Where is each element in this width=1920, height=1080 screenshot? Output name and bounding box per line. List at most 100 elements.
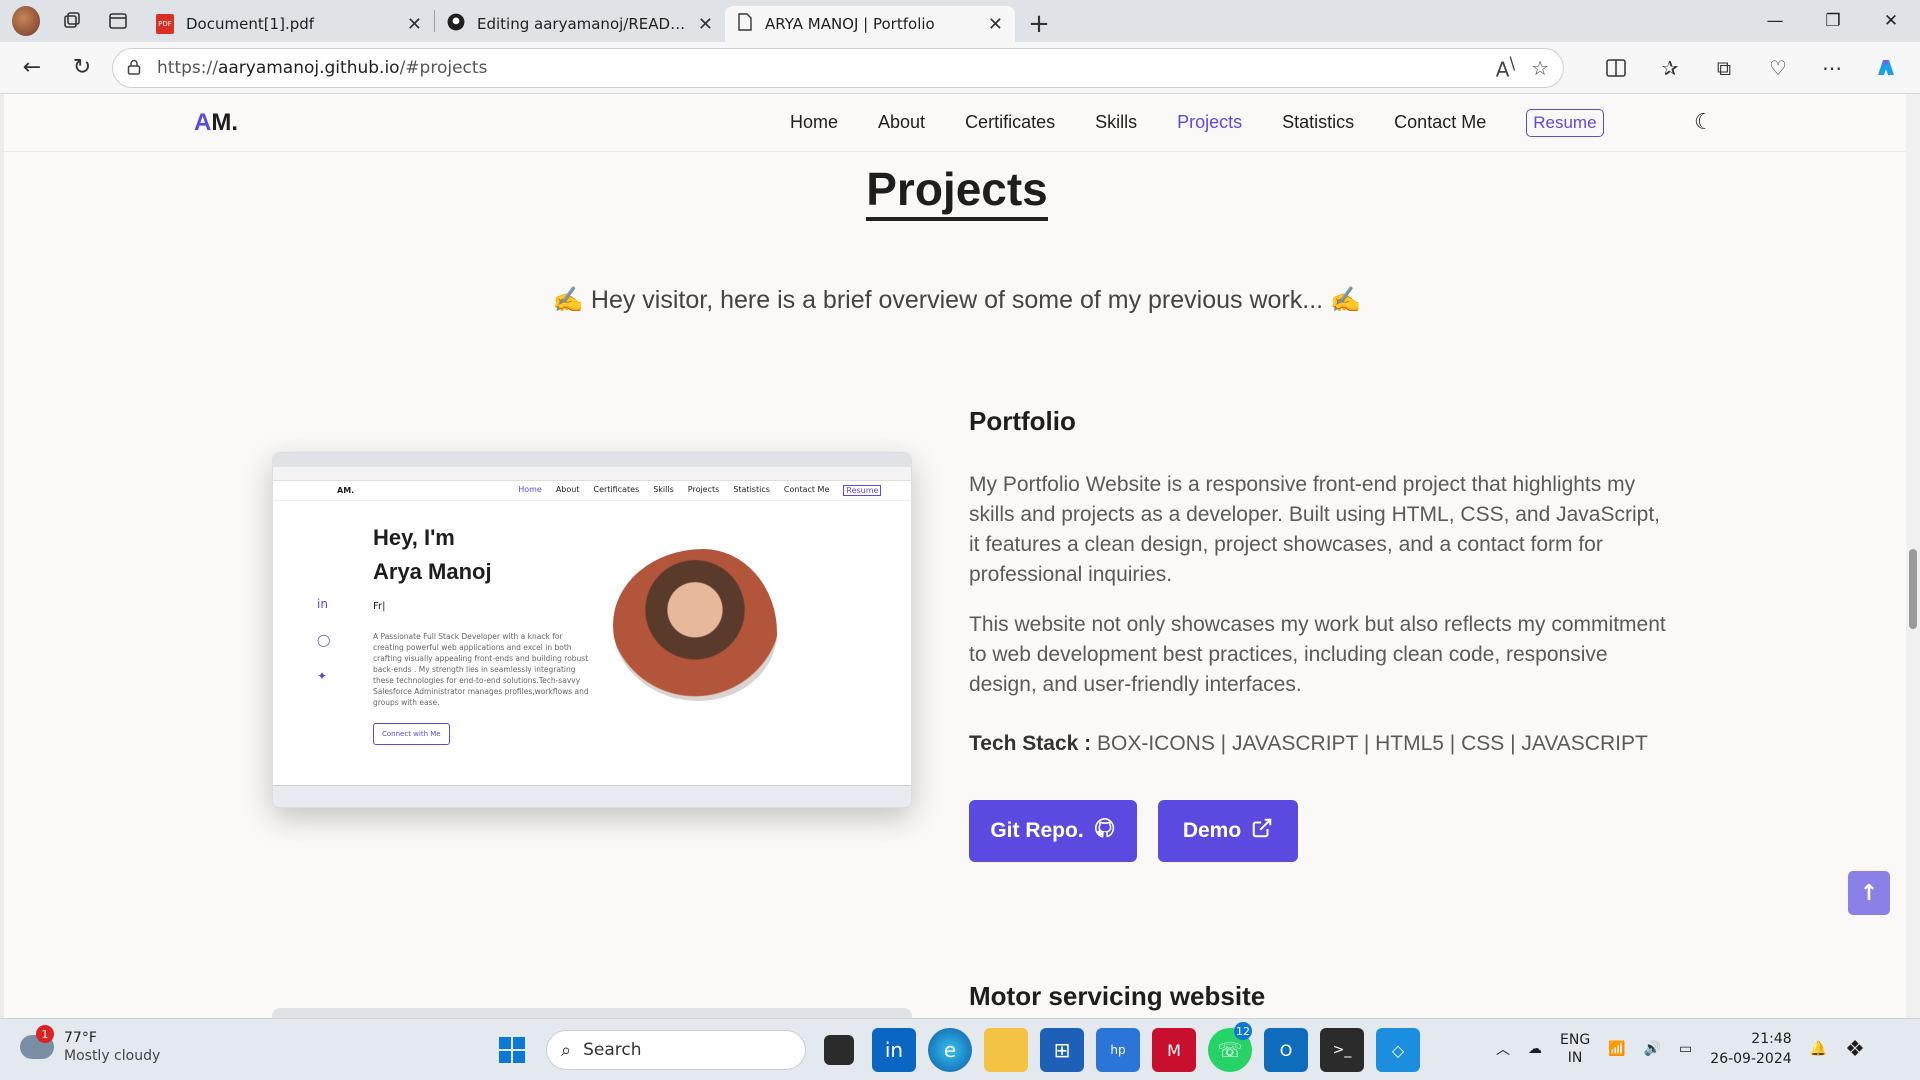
whatsapp-icon[interactable]: ☏ 12 (1208, 1022, 1252, 1072)
nav-skills[interactable]: Skills (1095, 112, 1137, 133)
start-icon[interactable] (490, 1028, 534, 1072)
nav-about[interactable]: About (878, 112, 925, 133)
window-controls: — ❐ ✕ (1746, 0, 1920, 42)
wifi-icon[interactable]: 📶 (1608, 1041, 1625, 1057)
copilot-icon[interactable] (1864, 48, 1908, 88)
myhp-icon[interactable]: hp (1096, 1028, 1140, 1072)
search-icon: ⌕ (561, 1039, 572, 1061)
tab-portfolio[interactable]: ARYA MANOJ | Portfolio ✕ (725, 6, 1015, 42)
github-icon: ◯ (317, 633, 331, 647)
preview-typed-text: Fr| (373, 601, 386, 612)
split-screen-icon[interactable] (1594, 48, 1638, 88)
preview-nav-item: Resume (843, 485, 882, 496)
tab-title: Editing aaryamanoj/README.md at (477, 15, 686, 33)
tab-github[interactable]: Editing aaryamanoj/README.md at ✕ (435, 6, 725, 42)
task-view-icon[interactable] (824, 1035, 854, 1065)
new-tab-button[interactable]: + (1021, 6, 1057, 42)
pdf-icon: PDF (156, 14, 174, 34)
demo-button[interactable]: Demo (1158, 800, 1298, 862)
back-arrow-icon[interactable]: ← (12, 48, 52, 88)
more-options-icon[interactable]: ⋯ (1810, 48, 1854, 88)
close-tab-icon[interactable]: ✕ (988, 14, 1003, 35)
system-tray: ︿ ☁ ENG IN 📶 🔊 ▭ 21:48 26-09-2024 🔔 ❖ (1496, 1029, 1865, 1069)
external-link-icon (1251, 817, 1273, 845)
git-repo-button[interactable]: Git Repo. (969, 800, 1137, 862)
vscode-icon[interactable]: ◇ (1376, 1028, 1420, 1072)
nav-projects[interactable]: Projects (1177, 112, 1242, 133)
lock-icon[interactable] (127, 56, 141, 80)
section-title: Projects (4, 162, 1906, 221)
language-indicator[interactable]: ENG IN (1560, 1031, 1590, 1067)
minimize-icon[interactable]: — (1746, 0, 1804, 42)
terminal-icon[interactable]: >_ (1320, 1028, 1364, 1072)
close-tab-icon[interactable]: ✕ (407, 14, 422, 35)
close-tab-icon[interactable]: ✕ (698, 14, 713, 35)
preview-address-bar (273, 467, 911, 481)
close-window-icon[interactable]: ✕ (1862, 0, 1920, 42)
preview-description: A Passionate Full Stack Developer with a… (373, 632, 589, 707)
browser-essentials-icon[interactable]: ♡ (1756, 48, 1800, 88)
site-logo[interactable]: AM. (194, 109, 238, 137)
resume-button[interactable]: Resume (1526, 108, 1604, 137)
address-bar-row: ← ↻ https://aaryamanoj.github.io/#projec… (0, 42, 1920, 94)
edge-icon[interactable]: e (928, 1028, 972, 1072)
nav-contact[interactable]: Contact Me (1394, 112, 1486, 133)
windows-taskbar: 1 77°F Mostly cloudy ⌕ Search in e ⊞ hp M… (0, 1018, 1920, 1080)
page-viewport: AM. Home About Certificates Skills Proje… (0, 94, 1906, 1018)
preview-hero: Hey, I'm Arya Manoj Fr| A Passionate Full… (273, 501, 911, 765)
twitter-icon: ✦ (317, 669, 328, 683)
url-input[interactable]: https://aaryamanoj.github.io/#projects A… (112, 47, 1564, 88)
project-title: Portfolio (969, 406, 1076, 436)
vertical-tabs-icon[interactable] (104, 7, 132, 35)
outlook-icon[interactable]: O (1264, 1028, 1308, 1072)
profile-photo (613, 549, 777, 701)
weather-condition: Mostly cloudy (64, 1048, 161, 1064)
microsoft-store-icon[interactable]: ⊞ (1040, 1028, 1084, 1072)
mcafee-icon[interactable]: M (1152, 1028, 1196, 1072)
taskbar-search[interactable]: ⌕ Search (546, 1030, 806, 1070)
favorites-icon[interactable]: ✰ (1648, 48, 1692, 88)
preview-nav-item: Skills (653, 485, 674, 494)
dark-mode-moon-icon[interactable]: ☾ (1694, 110, 1714, 135)
git-repo-label: Git Repo. (990, 819, 1084, 842)
scrollbar-thumb[interactable] (1909, 549, 1917, 629)
notification-bell-icon[interactable]: 🔔 (1810, 1041, 1827, 1057)
linkedin-icon: in (317, 597, 328, 611)
profile-avatar[interactable] (12, 6, 40, 36)
restore-icon[interactable]: ❐ (1804, 0, 1862, 42)
url-text: https://aaryamanoj.github.io/#projects (157, 57, 488, 78)
project-title-2: Motor servicing website (969, 981, 1266, 1011)
refresh-icon[interactable]: ↻ (62, 48, 102, 88)
copilot-taskbar-icon[interactable]: ❖ (1845, 1037, 1865, 1062)
tab-pdf[interactable]: PDF Document[1].pdf ✕ (144, 6, 434, 42)
clock[interactable]: 21:48 26-09-2024 (1710, 1029, 1791, 1069)
favorite-star-icon[interactable]: ☆ (1531, 56, 1549, 80)
collections-icon[interactable]: ⧉ (1702, 48, 1746, 88)
cloud-icon: 1 (20, 1025, 54, 1059)
nav-home[interactable]: Home (790, 112, 838, 133)
scroll-to-top-button[interactable]: ↑ (1848, 871, 1890, 915)
preview-navbar: AM. Home About Certificates Skills Proje… (273, 481, 911, 501)
preview-nav-item: About (555, 485, 580, 494)
motor-preview-image (272, 1008, 912, 1018)
page-icon (737, 13, 753, 35)
portfolio-preview-image: AM. Home About Certificates Skills Proje… (272, 452, 912, 808)
github-icon (447, 13, 465, 35)
tab-title: ARYA MANOJ | Portfolio (765, 15, 935, 33)
battery-icon[interactable]: ▭ (1679, 1041, 1692, 1057)
tab-title: Document[1].pdf (186, 15, 315, 33)
nav-statistics[interactable]: Statistics (1282, 112, 1354, 133)
chevron-up-icon[interactable]: ︿ (1496, 1039, 1510, 1059)
browser-tab-bar: PDF Document[1].pdf ✕ Editing aaryamanoj… (0, 0, 1920, 42)
file-explorer-icon[interactable] (984, 1028, 1028, 1072)
preview-logo: AM. (337, 486, 355, 495)
workspaces-icon[interactable] (58, 7, 86, 35)
volume-icon[interactable]: 🔊 (1644, 1041, 1661, 1057)
nav-certificates[interactable]: Certificates (965, 112, 1055, 133)
linkedin-icon[interactable]: in (872, 1028, 916, 1072)
page-scrollbar[interactable] (1906, 94, 1920, 1018)
preview-nav-item: Certificates (593, 485, 640, 494)
weather-widget[interactable]: 1 77°F Mostly cloudy (20, 1025, 161, 1065)
onedrive-icon[interactable]: ☁ (1528, 1041, 1542, 1057)
read-aloud-icon[interactable]: A\ (1496, 54, 1515, 82)
